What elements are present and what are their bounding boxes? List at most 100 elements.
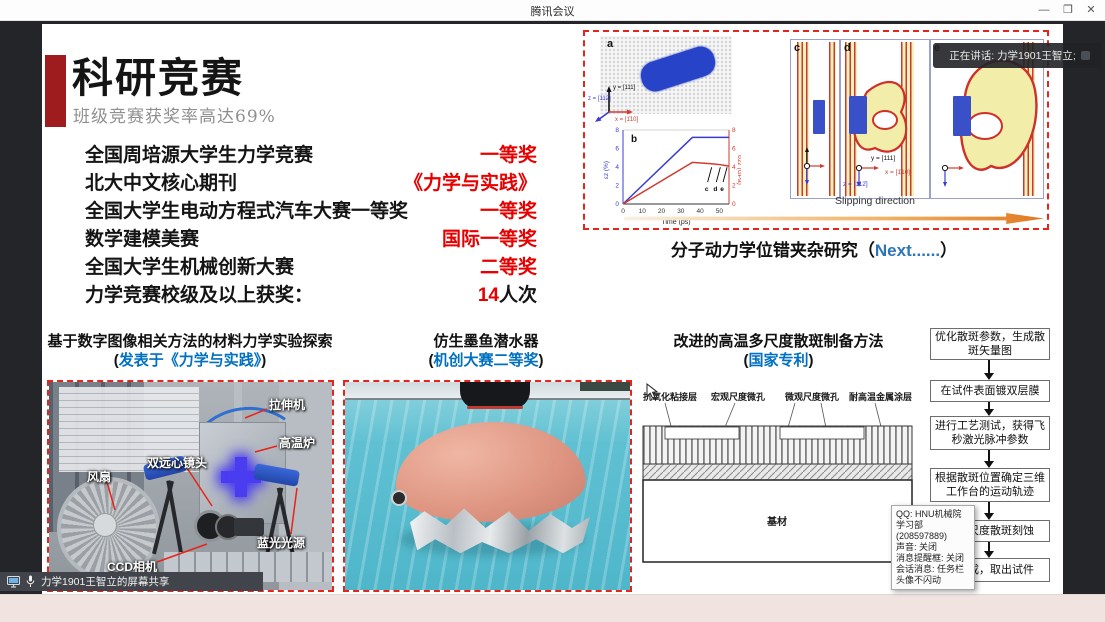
svg-text:6: 6 — [615, 146, 619, 153]
svg-text:8: 8 — [732, 127, 736, 134]
award-name: 数学建模美赛 — [85, 224, 199, 248]
award-row: 全国大学生机械创新大赛 二等奖 — [85, 252, 537, 276]
tooltip-line: 会话消息: 任务栏 — [896, 564, 970, 575]
svg-text:20: 20 — [658, 208, 666, 215]
svg-text:2: 2 — [732, 183, 736, 190]
award-result-value: 一等奖 — [480, 201, 537, 222]
tooltip-line: 头像不闪动 — [896, 575, 970, 586]
layout-icon[interactable] — [1081, 51, 1090, 60]
svg-text:40: 40 — [696, 208, 704, 215]
axis-y-label: y = [111] — [613, 85, 636, 91]
paren: ) — [539, 352, 544, 369]
speaking-text: 正在讲话: 力学1901王智立; — [949, 48, 1076, 63]
screen: 腾讯会议 — ❐ ✕ 科研竞赛 班级竞赛获奖率高达69% 全国周培源大学生力学竞… — [0, 0, 1105, 622]
tooltip-line: 学习部 — [896, 520, 970, 531]
screen-share-bar[interactable]: 力学1901王智立的屏幕共享 — [0, 572, 263, 591]
screen-share-icon — [7, 576, 20, 588]
svg-text:2: 2 — [615, 183, 619, 190]
slide-title: 科研竞赛 — [72, 44, 244, 104]
award-row: 力学竞赛校级及以上获奖： 14人次 — [85, 280, 537, 304]
axis-z-label: z = [112̄] — [588, 96, 611, 102]
label-tension-machine: 拉伸机 — [269, 396, 305, 413]
lab-experiment-photo: 拉伸机 高温炉 双远心镜头 风扇 蓝光光源 CCD相机 — [47, 380, 334, 592]
panel-label-d: d — [844, 42, 851, 54]
diagram-label-macro: 宏观尺度微孔 — [711, 391, 765, 403]
chart-ylabel-left: εz (%) — [603, 161, 610, 179]
slide-subtitle: 班级竞赛获奖率高达69% — [73, 102, 276, 127]
minimize-button[interactable]: — — [1035, 2, 1053, 18]
award-result: 国际一等奖 — [442, 224, 537, 248]
axis-z-label: z = [112̄] — [843, 181, 868, 188]
share-text: 力学1901王智立的屏幕共享 — [41, 574, 169, 589]
flow-arrow-head — [984, 461, 994, 468]
panel-label-a: a — [607, 38, 613, 50]
award-result: 14人次 — [478, 280, 537, 304]
flow-step-3: 进行工艺测试，获得飞秒激光脉冲参数 — [930, 416, 1050, 450]
slipping-direction-label: Slipping direction — [745, 195, 1005, 207]
section3-subtitle: (国家专利) — [637, 351, 920, 370]
panel-c-dislocation: c — [790, 39, 840, 199]
section2-subtitle-text: 机创大赛二等奖 — [433, 352, 538, 369]
svg-text:d: d — [713, 186, 717, 193]
svg-text:6: 6 — [732, 146, 736, 153]
flow-arrow-head — [984, 513, 994, 520]
section3-subtitle-text: 国家专利 — [748, 352, 808, 369]
section2-heading: 仿生墨鱼潜水器 (机创大赛二等奖) — [342, 332, 630, 370]
panel-a-axes: y = [111] z = [112̄] x = [1̄10] — [587, 78, 647, 124]
svg-text:30: 30 — [677, 208, 685, 215]
speaking-indicator-banner: 正在讲话: 力学1901王智立; — [933, 43, 1101, 68]
award-result-value: 14 — [478, 285, 499, 306]
award-result-value: 二等奖 — [480, 257, 537, 278]
tooltip-line: (208597889) — [896, 531, 970, 542]
tooltip-line: 声音: 关闭 — [896, 542, 970, 553]
label-furnace: 高温炉 — [279, 434, 315, 451]
qq-tray-tooltip: QQ: HNU机械院 学习部 (208597889) 声音: 关闭 消息提醒框:… — [891, 505, 975, 590]
award-name: 全国大学生机械创新大赛 — [85, 252, 294, 276]
panel-label-b: b — [631, 134, 637, 145]
section2-title: 仿生墨鱼潜水器 — [342, 332, 630, 351]
svg-text:10: 10 — [639, 208, 647, 215]
axis-x-label: x = [1̄10] — [885, 169, 910, 176]
caption-close: ） — [940, 241, 957, 260]
title-accent-bar — [45, 55, 66, 127]
award-result-value: 国际一等奖 — [442, 229, 537, 250]
svg-text:0: 0 — [621, 208, 625, 215]
section1-subtitle: (发表于《力学与实践》) — [45, 351, 335, 370]
diagram-label-coating: 耐高温金属涂层 — [849, 391, 912, 403]
svg-text:4: 4 — [615, 164, 619, 171]
caption-text: 分子动力学位错夹杂研究（ — [671, 241, 875, 260]
close-button[interactable]: ✕ — [1082, 2, 1100, 18]
award-result-value: 一等奖 — [480, 145, 537, 166]
restore-button[interactable]: ❐ — [1059, 2, 1077, 18]
panel-b-chart: b Time (ps) εz (%) σzz (GPa) 01020304050… — [601, 122, 741, 228]
cuttlefish-robot-photo — [343, 380, 632, 592]
flow-arrow-head — [984, 551, 994, 558]
flow-step-4: 根据散斑位置确定三维工作台的运动轨迹 — [930, 468, 1050, 502]
tooltip-line: 消息提醒框: 关闭 — [896, 553, 970, 564]
label-telecentric-lens: 双远心镜头 — [147, 454, 207, 471]
svg-text:0: 0 — [615, 201, 619, 208]
svg-text:0: 0 — [732, 201, 736, 208]
figure-caption: 分子动力学位错夹杂研究（Next......） — [583, 236, 1045, 261]
window-titlebar: 腾讯会议 — ❐ ✕ — [0, 0, 1105, 21]
award-row: 数学建模美赛 国际一等奖 — [85, 224, 537, 248]
section1-heading: 基于数字图像相关方法的材料力学实验探索 (发表于《力学与实践》) — [45, 332, 335, 370]
award-result-value: 《力学与实践》 — [404, 173, 537, 194]
inclusion-rect — [849, 96, 867, 134]
flow-arrow-line — [988, 360, 990, 374]
paren: ) — [809, 352, 814, 369]
section1-subtitle-text: 发表于《力学与实践》 — [119, 352, 262, 369]
inclusion-blob — [637, 43, 719, 95]
section1-title: 基于数字图像相关方法的材料力学实验探索 — [45, 332, 335, 351]
svg-text:4: 4 — [732, 164, 736, 171]
award-row: 北大中文核心期刊 《力学与实践》 — [85, 168, 537, 192]
award-row: 全国大学生电动方程式汽车大赛一等奖 一等奖 — [85, 196, 537, 220]
flow-step-1: 优化散斑参数，生成散斑矢量图 — [930, 328, 1050, 360]
speckle-cross-section-diagram: 抗氧化粘接层 宏观尺度微孔 微观尺度微孔 耐高温金属涂层 基材 — [635, 388, 920, 575]
label-blue-light: 蓝光光源 — [257, 534, 305, 551]
svg-text:50: 50 — [716, 208, 724, 215]
mouse-cursor — [646, 383, 660, 399]
inclusion-rect — [953, 96, 971, 136]
axis-y-label: y = [111] — [871, 155, 895, 162]
award-result: 一等奖 — [480, 140, 537, 164]
